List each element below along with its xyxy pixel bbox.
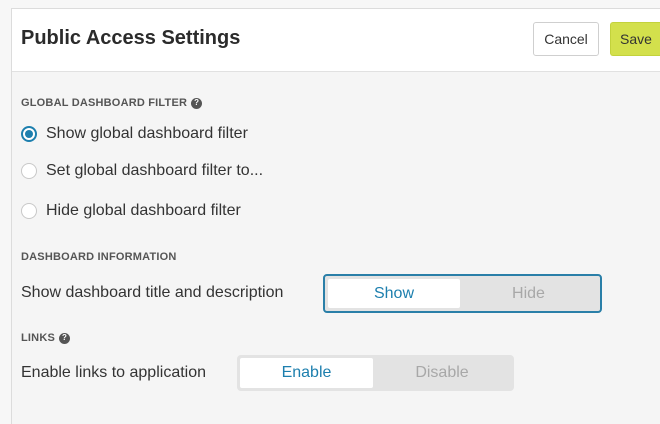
toggle-disable-option[interactable]: Disable [373,358,511,388]
public-access-settings-panel: Public Access Settings Cancel Save GLOBA… [11,8,660,424]
question-circle-icon[interactable]: ? [191,97,203,109]
cancel-button[interactable]: Cancel [533,22,599,56]
show-hide-toggle[interactable]: Show Hide [323,274,602,313]
links-section-text: LINKS [21,332,55,344]
dashboard-info-section-label: DASHBOARD INFORMATION [21,251,177,263]
global-filter-section-text: GLOBAL DASHBOARD FILTER [21,97,188,109]
radio-set-global-filter[interactable]: Set global dashboard filter to... [21,162,263,180]
global-filter-section-label: GLOBAL DASHBOARD FILTER ? [21,97,203,109]
links-section-label: LINKS ? [21,332,70,344]
radio-button-checked-icon[interactable] [21,126,37,142]
toggle-hide-option[interactable]: Hide [460,279,597,308]
page-title: Public Access Settings [21,27,241,49]
question-circle-icon[interactable]: ? [59,332,70,344]
enable-links-label: Enable links to application [21,364,207,381]
radio-button-icon[interactable] [21,203,37,219]
radio-hide-global-filter[interactable]: Hide global dashboard filter [21,202,241,220]
panel-header: Public Access Settings Cancel Save [12,9,660,72]
radio-label: Set global dashboard filter to... [46,162,264,179]
save-button[interactable]: Save [610,22,660,56]
radio-label: Show global dashboard filter [46,125,248,142]
radio-show-global-filter[interactable]: Show global dashboard filter [21,125,248,143]
radio-label: Hide global dashboard filter [46,202,241,219]
toggle-show-option[interactable]: Show [328,279,461,308]
radio-button-icon[interactable] [21,163,37,179]
show-title-description-label: Show dashboard title and description [21,284,284,301]
enable-disable-toggle[interactable]: Enable Disable [237,355,514,391]
toggle-enable-option[interactable]: Enable [240,358,373,388]
dashboard-info-section-text: DASHBOARD INFORMATION [21,251,177,263]
